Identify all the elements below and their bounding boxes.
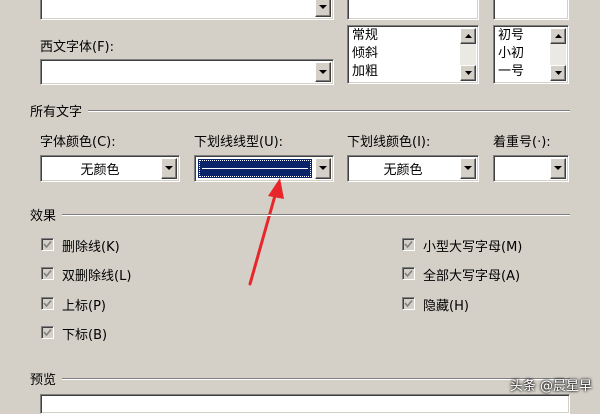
font-size-list[interactable]: 初号 小初 一号 (493, 25, 569, 84)
list-item[interactable]: 常规 (352, 27, 378, 45)
strikethrough-label[interactable]: 删除线(K) (62, 236, 120, 255)
subscript-label[interactable]: 下标(B) (62, 324, 107, 343)
scroll-up-button[interactable] (460, 28, 476, 44)
font-name-dropdown[interactable] (40, 0, 334, 20)
underline-color-label: 下划线颜色(I): (347, 135, 431, 150)
font-color-value: 无颜色 (80, 163, 120, 178)
all-caps-label[interactable]: 全部大写字母(A) (423, 265, 520, 284)
chevron-down-icon (165, 166, 173, 170)
dropdown-arrow-button[interactable] (315, 0, 331, 17)
group-divider (30, 214, 570, 216)
scroll-down-button[interactable] (550, 65, 566, 81)
western-font-value (41, 60, 313, 84)
dropdown-arrow-button[interactable] (550, 158, 566, 179)
emphasis-dropdown[interactable] (493, 155, 569, 182)
scroll-up-button[interactable] (550, 28, 566, 44)
dropdown-arrow-button[interactable] (460, 158, 476, 179)
font-color-dropdown[interactable]: 无颜色 (40, 155, 180, 182)
small-caps-label[interactable]: 小型大写字母(M) (423, 236, 522, 255)
group-divider (30, 378, 570, 380)
emphasis-label: 着重号(·): (493, 135, 551, 150)
chevron-down-icon (464, 71, 472, 75)
underline-style-line (202, 168, 308, 169)
list-item[interactable]: 小初 (498, 45, 524, 63)
font-style-list[interactable]: 常规 倾斜 加粗 (347, 25, 479, 84)
checkmark-icon (404, 240, 413, 249)
checkmark-icon (404, 269, 413, 278)
dropdown-arrow-button[interactable] (315, 62, 331, 82)
list-item[interactable]: 一号 (498, 63, 524, 81)
font-style-input[interactable] (347, 0, 479, 20)
scrollbar[interactable] (550, 28, 566, 81)
chevron-down-icon (464, 166, 472, 170)
preview-box (40, 394, 570, 414)
subscript-checkbox[interactable] (41, 326, 54, 339)
all-caps-checkbox[interactable] (402, 267, 415, 280)
strikethrough-checkbox[interactable] (41, 238, 54, 251)
chevron-down-icon (319, 166, 327, 170)
underline-color-dropdown[interactable]: 无颜色 (347, 155, 479, 182)
chevron-down-icon (319, 69, 327, 74)
chevron-down-icon (554, 166, 562, 170)
underline-style-label: 下划线线型(U): (194, 135, 284, 150)
font-color-label: 字体颜色(C): (40, 135, 116, 150)
font-size-input[interactable] (493, 0, 569, 20)
double-strikethrough-label[interactable]: 双删除线(L) (62, 265, 131, 284)
checkmark-icon (43, 269, 52, 278)
western-font-label: 西文字体(F): (40, 40, 115, 55)
dropdown-arrow-button[interactable] (315, 158, 331, 179)
hidden-checkbox[interactable] (402, 297, 415, 310)
small-caps-checkbox[interactable] (402, 238, 415, 251)
checkmark-icon (404, 299, 413, 308)
list-item[interactable]: 加粗 (352, 63, 378, 81)
group-divider (30, 110, 570, 112)
annotation-arrow-icon (248, 178, 284, 286)
scroll-down-button[interactable] (460, 65, 476, 81)
western-font-dropdown[interactable] (40, 59, 334, 85)
all-text-title: 所有文字 (30, 101, 89, 120)
list-item[interactable]: 倾斜 (352, 45, 378, 63)
dropdown-arrow-button[interactable] (161, 158, 177, 179)
underline-color-value: 无颜色 (383, 163, 423, 178)
chevron-down-icon (554, 71, 562, 75)
scrollbar[interactable] (460, 28, 476, 81)
checkmark-icon (43, 299, 52, 308)
effects-title: 效果 (30, 205, 63, 224)
chevron-up-icon (554, 34, 562, 38)
preview-title: 预览 (30, 369, 63, 388)
emphasis-value (494, 156, 548, 181)
watermark: 头条 @晨星早 (509, 379, 592, 394)
chevron-down-icon (319, 4, 327, 9)
checkmark-icon (43, 328, 52, 337)
list-item[interactable]: 初号 (498, 27, 524, 45)
superscript-checkbox[interactable] (41, 297, 54, 310)
hidden-label[interactable]: 隐藏(H) (423, 295, 469, 314)
double-strikethrough-checkbox[interactable] (41, 267, 54, 280)
superscript-label[interactable]: 上标(P) (62, 295, 106, 314)
checkmark-icon (43, 240, 52, 249)
chevron-up-icon (464, 34, 472, 38)
